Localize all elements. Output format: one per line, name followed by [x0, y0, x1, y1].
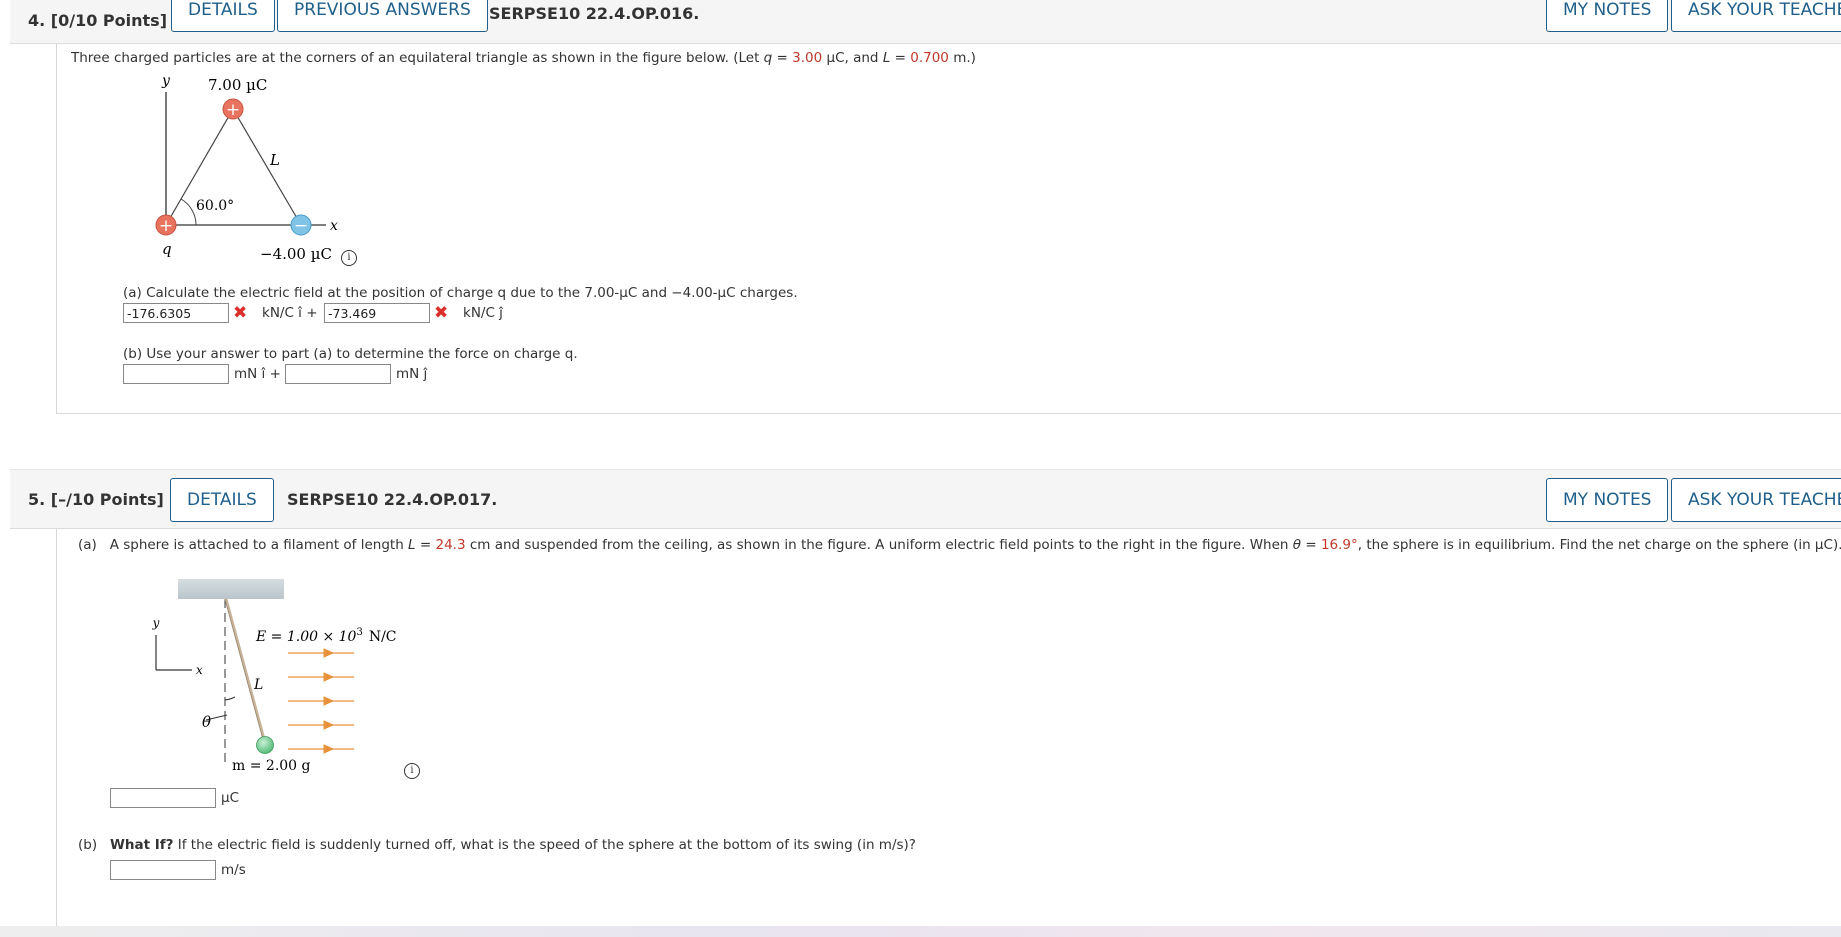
triangle-right-side [232, 108, 302, 226]
y-axis-label: y [161, 73, 171, 89]
q5-ask-teacher-button[interactable]: ASK YOUR TEACHER [1671, 478, 1841, 522]
q4-part-b-unit-i: mN î + [234, 366, 281, 382]
plus-sign-q: + [159, 216, 173, 236]
angle-label: 60.0° [196, 198, 234, 214]
filament-shadow [224, 598, 265, 744]
q5-number: 5. [28, 490, 46, 509]
q4-part-a-unit-j: kN/C ĵ [463, 305, 503, 321]
top-charge-label: 7.00 µC [208, 76, 267, 94]
plus-sign-top: + [226, 100, 240, 120]
q4-part-a-field-i[interactable] [123, 303, 229, 323]
length-label: L [253, 677, 263, 693]
q4-details-button[interactable]: DETAILS [171, 0, 275, 32]
q4-ask-teacher-button[interactable]: ASK YOUR TEACHER [1671, 0, 1841, 32]
q4-part-b-unit-j: mN ĵ [396, 366, 428, 382]
q5-theta-value: 16.9° [1320, 537, 1358, 553]
q4-points: [0/10 Points] [50, 11, 167, 30]
q4-q-value: 3.00 [792, 50, 823, 66]
q4-previous-answers-button[interactable]: PREVIOUS ANSWERS [277, 0, 488, 32]
y-axis-label: y [152, 616, 160, 630]
q4-title: 4. [0/10 Points] [28, 11, 167, 30]
q5-my-notes-button[interactable]: MY NOTES [1546, 478, 1669, 522]
minus-sign: − [294, 216, 308, 236]
q4-part-a-field-j[interactable] [324, 303, 430, 323]
q5-details-button[interactable]: DETAILS [170, 478, 274, 522]
q4-intro: Three charged particles are at the corne… [71, 50, 976, 66]
ceiling [178, 579, 284, 599]
side-length-label: L [269, 151, 280, 169]
q5-part-b-prompt: (b) What If? If the electric field is su… [78, 837, 916, 853]
q4-part-a-prompt: (a) Calculate the electric field at the … [123, 285, 798, 301]
q4-part-b-field-j[interactable] [285, 364, 391, 384]
q4-part-b-prompt: (b) Use your answer to part (a) to deter… [123, 346, 578, 362]
q-charge-label: q [162, 240, 172, 258]
q5-points: [–/10 Points] [50, 490, 164, 509]
field-label: E = 1.00 × 103 N/C [255, 627, 397, 645]
field-arrows [288, 648, 354, 754]
q4-code: SERPSE10 22.4.OP.016. [489, 4, 700, 23]
q4-part-b-field-i[interactable] [123, 364, 229, 384]
q5-code: SERPSE10 22.4.OP.017. [287, 490, 498, 509]
theta-arc [224, 696, 236, 701]
q5-part-a-field[interactable] [110, 788, 216, 808]
q5-part-b-unit: m/s [221, 862, 246, 878]
theta-label: θ [202, 713, 211, 731]
x-axis-label: x [330, 218, 338, 234]
q4-number: 4. [28, 11, 46, 30]
q4-triangle-figure: + + − y x 7.00 µC L 60.0° q −4.00 µC [155, 73, 338, 263]
q4-part-a-wrong-icon-i: ✖ [233, 303, 248, 323]
q5-info-icon[interactable]: i [404, 763, 420, 779]
q5-part-a-unit: µC [221, 790, 240, 806]
q5-part-b-field[interactable] [110, 860, 216, 880]
angle-arc [180, 198, 197, 226]
q5-L-value: 24.3 [435, 537, 466, 553]
mass-label: m = 2.00 g [232, 758, 311, 774]
q5-title: 5. [–/10 Points] [28, 490, 164, 509]
bottom-taskbar-strip [0, 926, 1841, 937]
negative-charge-label: −4.00 µC [260, 245, 332, 263]
filament [224, 598, 267, 744]
q4-part-a-wrong-icon-j: ✖ [434, 303, 449, 323]
q4-part-a-unit-i: kN/C î + [262, 305, 318, 321]
q5-pendulum-figure: y x E = 1.00 × 103 N/C L θ m = 2.00 g [152, 579, 397, 774]
q4-my-notes-button[interactable]: MY NOTES [1546, 0, 1669, 32]
sphere [256, 736, 274, 754]
q4-L-value: 0.700 [910, 50, 949, 66]
q5-part-a-prompt: (a) A sphere is attached to a filament o… [78, 537, 1841, 553]
x-axis-label: x [196, 663, 203, 677]
q4-info-icon[interactable]: i [341, 250, 357, 266]
